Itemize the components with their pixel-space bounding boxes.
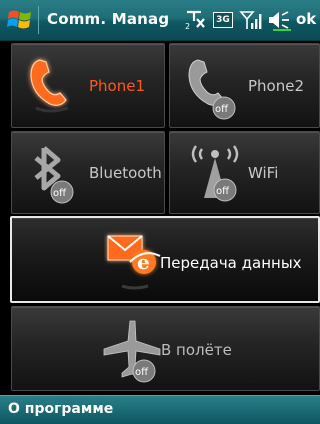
volume-icon[interactable] [267,9,293,31]
airplane-icon: off [100,315,166,390]
phone-icon: off [180,52,246,127]
bluetooth-icon: off [24,142,84,212]
app-title: Comm. Manag [47,10,170,28]
data-transfer-icon: e [104,228,166,301]
tile-bluetooth[interactable]: off Bluetooth [11,131,165,214]
windows-start-icon[interactable] [6,6,34,34]
about-softkey[interactable]: О программе [8,401,113,417]
tile-phone2[interactable]: off Phone2 [169,43,320,128]
tile-phone1-label: Phone1 [89,77,146,95]
tile-wifi-label: WiFi [248,164,279,182]
tile-wifi[interactable]: off WiFi [169,131,320,214]
ok-button[interactable]: ok [296,10,316,28]
phone-icon [22,52,82,126]
tile-data-transfer-label: Передача данных [160,254,302,272]
tile-data-transfer[interactable]: e Передача данных [10,216,320,303]
wifi-icon: off [184,138,246,213]
network-3g-badge: 3G [213,12,233,28]
tile-phone1[interactable]: Phone1 [11,43,165,128]
tile-bluetooth-label: Bluetooth [89,164,162,182]
tile-flight-mode-label: В полёте [161,341,232,359]
svg-text:2: 2 [185,22,190,31]
svg-text:off: off [216,186,230,197]
off-badge-text: off [215,104,229,115]
svg-text:off: off [53,188,67,199]
svg-text:off: off [135,367,149,378]
tile-phone2-label: Phone2 [248,77,305,95]
signal-strength-icon[interactable] [239,9,263,31]
title-separator [38,6,39,34]
tile-flight-mode[interactable]: off В полёте [11,306,320,391]
title-bar: Comm. Manag 2 3G ok [0,0,320,41]
softkey-bar: О программе [0,395,320,424]
activesync-icon[interactable]: 2 [184,9,208,31]
